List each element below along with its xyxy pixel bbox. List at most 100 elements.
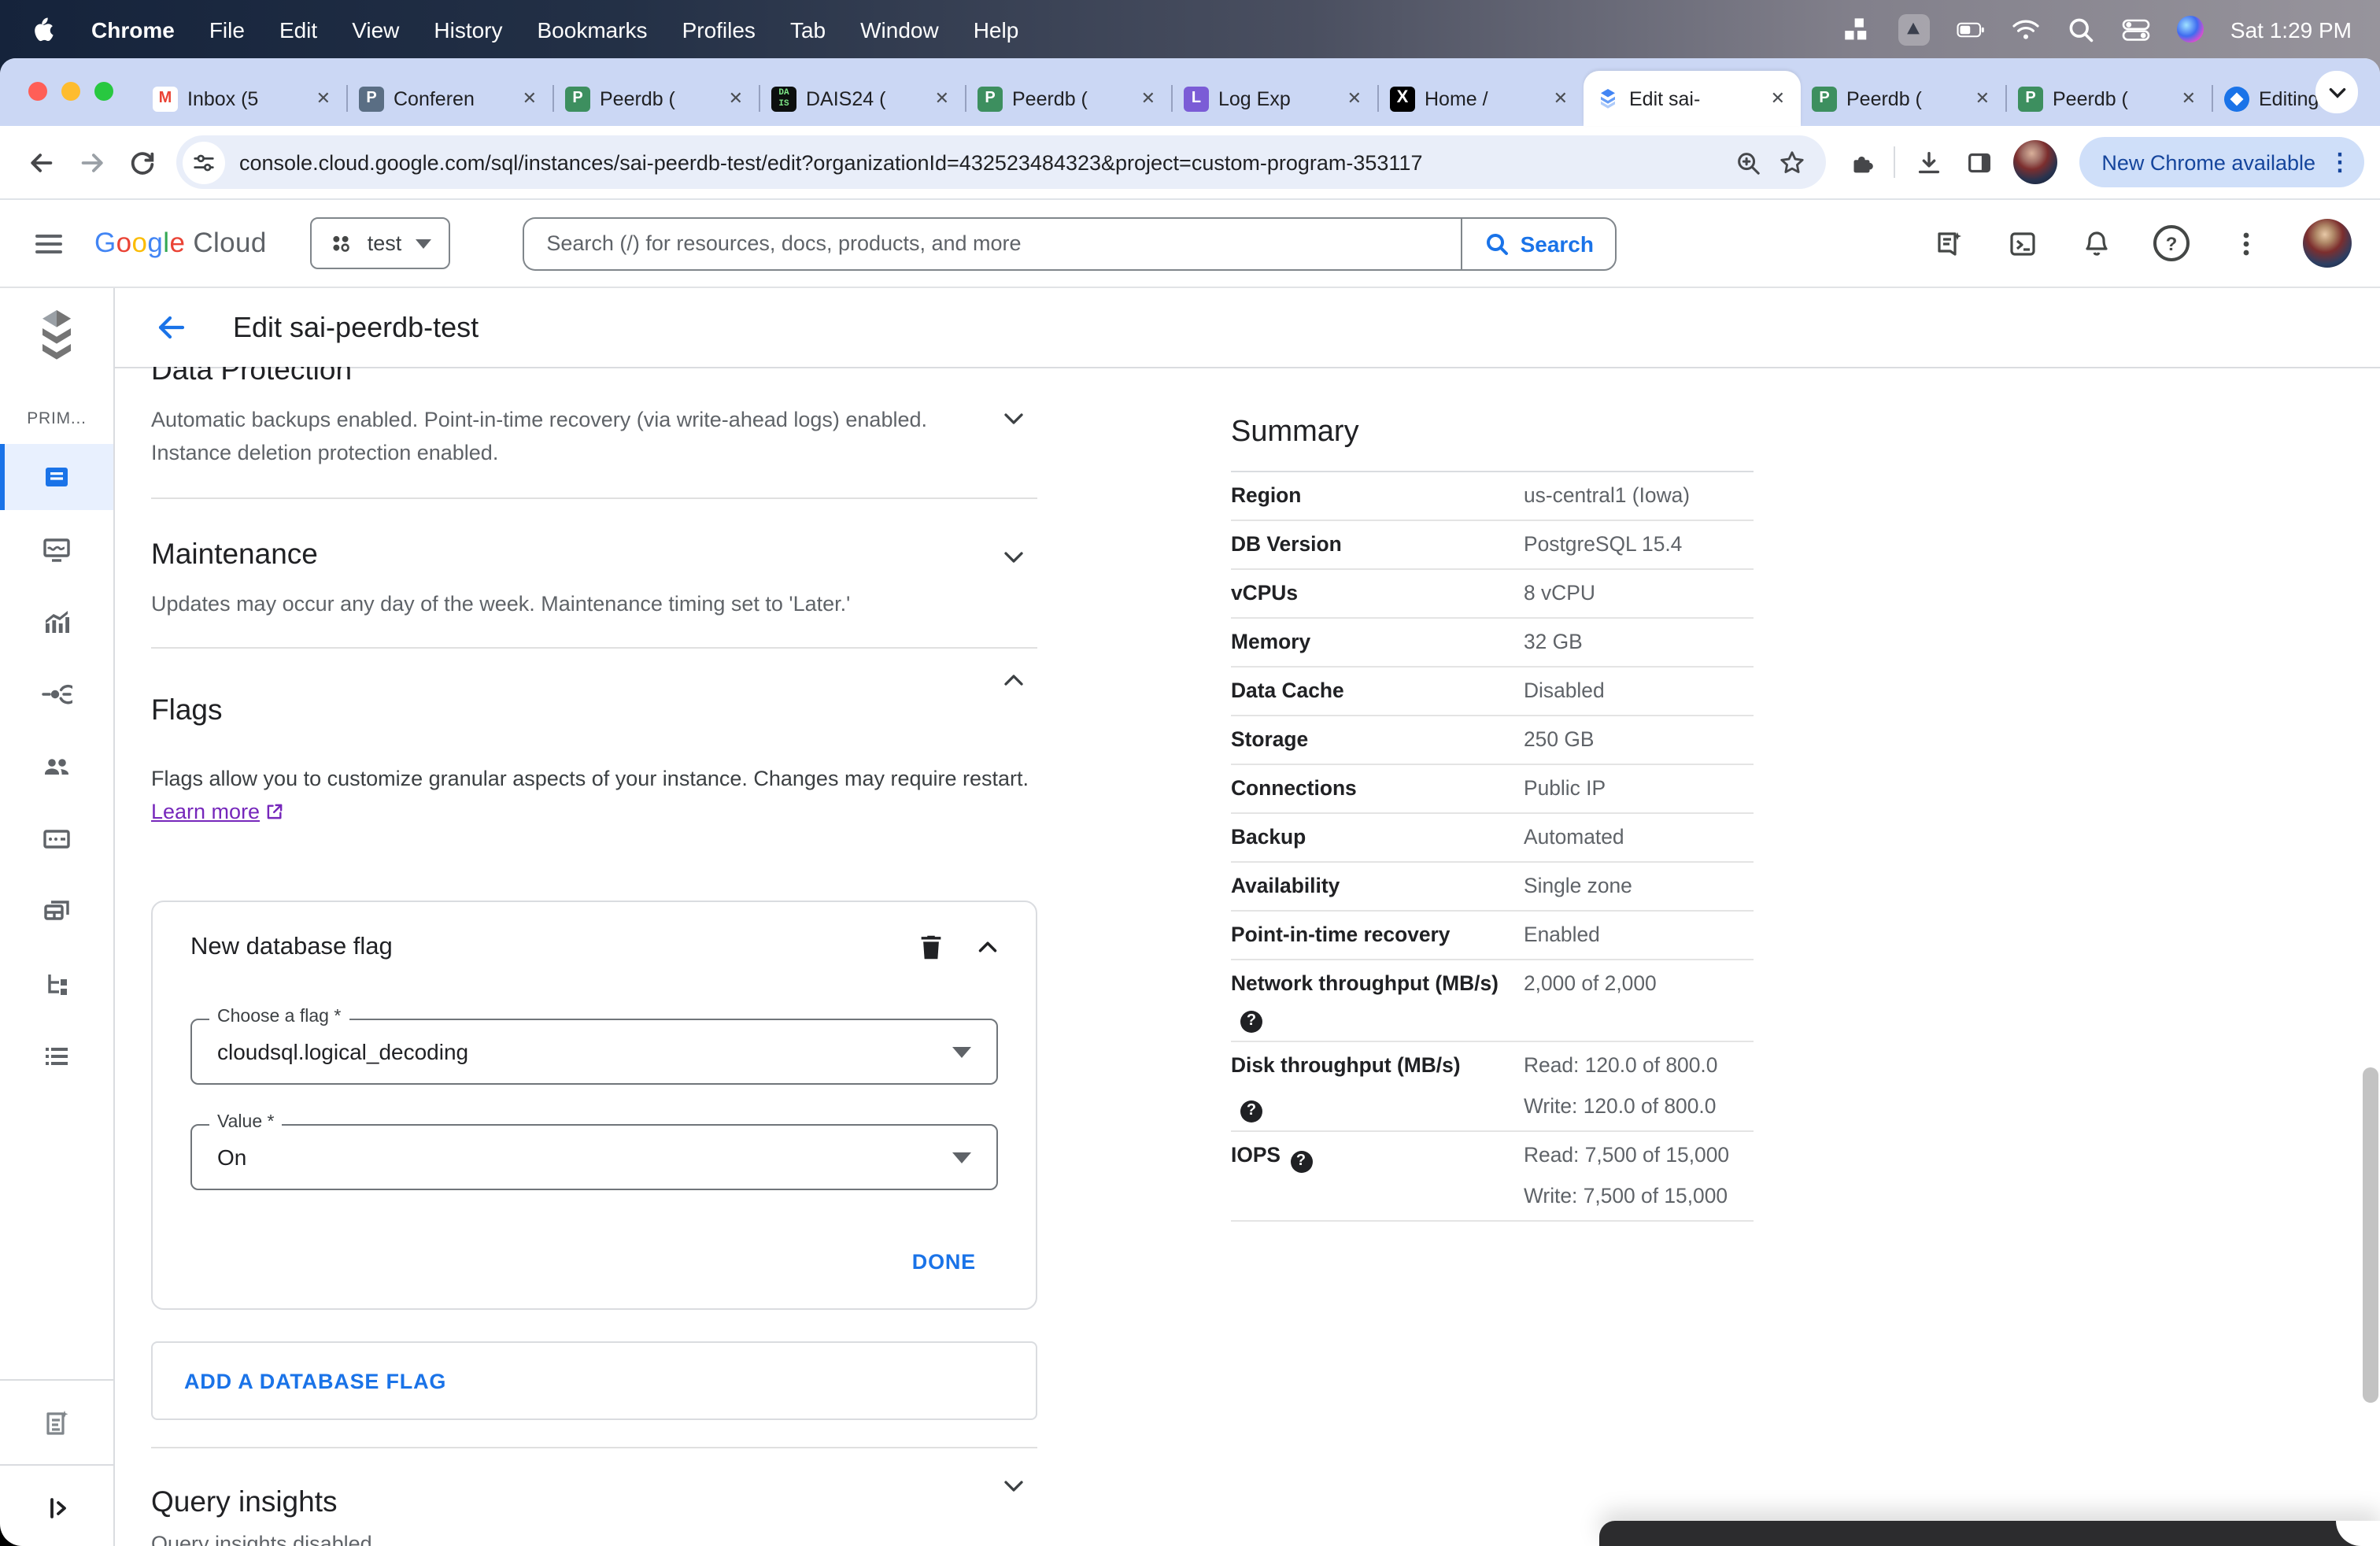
tab-dais24[interactable]: DA IS DAIS24 ( ✕ [760,71,965,126]
system-insights-icon [43,538,70,562]
stats-blocks-icon[interactable] [1843,15,1872,43]
sidebar-item-users[interactable] [0,734,113,800]
wifi-icon[interactable] [2012,15,2040,43]
spotlight-search-icon[interactable] [2067,15,2095,43]
tab-close-icon[interactable]: ✕ [1549,87,1572,110]
sidebar-item-connections[interactable] [0,661,113,727]
help-icon[interactable]: ? [1290,1151,1313,1173]
menu-window[interactable]: Window [860,17,939,42]
extensions-puzzle-icon[interactable] [1835,137,1886,187]
map-pin-icon [2224,86,2249,111]
menu-tab[interactable]: Tab [790,17,826,42]
sidebar-item-query-insights[interactable] [0,589,113,655]
siri-icon[interactable] [2176,16,2204,43]
more-options-icon[interactable] [2229,226,2264,261]
tab-peerdb-4[interactable]: P Peerdb ( ✕ [2007,71,2212,126]
expand-query-insights-chevron[interactable] [993,1466,1034,1507]
control-center-icon[interactable] [2122,15,2150,43]
delete-flag-button[interactable] [910,926,951,967]
battery-icon[interactable] [1957,15,1985,43]
bookmark-star-icon[interactable] [1769,140,1813,184]
tab-peerdb-1[interactable]: P Peerdb ( ✕ [554,71,759,126]
chrome-update-button[interactable]: New Chrome available ⋮ [2079,137,2364,187]
tab-x-home[interactable]: X Home / ✕ [1379,71,1584,126]
menubar-clock[interactable]: Sat 1:29 PM [2230,17,2352,42]
tab-close-icon[interactable]: ✕ [724,87,748,110]
site-settings-icon[interactable] [183,141,225,183]
minimize-window-button[interactable] [61,82,80,101]
peerdb-icon: P [2018,86,2043,111]
apple-menu-icon[interactable] [28,15,57,43]
back-button[interactable] [16,137,66,187]
reload-button[interactable] [116,137,167,187]
notifications-bell-icon[interactable] [2079,226,2114,261]
tab-close-icon[interactable]: ✕ [1136,87,1160,110]
menu-history[interactable]: History [434,17,502,42]
tab-edit-instance-active[interactable]: Edit sai- ✕ [1584,71,1801,126]
add-database-flag-button[interactable]: ADD A DATABASE FLAG [151,1341,1037,1420]
help-icon[interactable]: ? [1240,1011,1262,1033]
close-window-button[interactable] [28,82,47,101]
tab-close-icon[interactable]: ✕ [518,87,541,110]
tab-peerdb-3[interactable]: P Peerdb ( ✕ [1801,71,2005,126]
browser-menu-icon[interactable]: ⋮ [2328,148,2352,176]
url-text[interactable]: console.cloud.google.com/sql/instances/s… [239,150,1725,174]
choose-flag-select[interactable]: Choose a flag * cloudsql.logical_decodin… [190,1008,998,1085]
tab-search-chevron-button[interactable] [2315,71,2358,113]
tab-conference[interactable]: P Conferen ✕ [348,71,552,126]
browser-profile-avatar[interactable] [2013,140,2058,184]
tab-close-icon[interactable]: ✕ [1766,87,1790,110]
address-bar[interactable]: console.cloud.google.com/sql/instances/s… [176,135,1827,189]
tab-close-icon[interactable]: ✕ [1971,87,1994,110]
back-arrow-button[interactable] [145,301,198,354]
account-avatar[interactable] [2303,219,2352,268]
hamburger-menu-icon[interactable] [28,223,69,264]
menu-profiles[interactable]: Profiles [682,17,756,42]
tab-close-icon[interactable]: ✕ [1343,87,1366,110]
release-notes-icon[interactable] [1931,226,1966,261]
tab-close-icon[interactable]: ✕ [930,87,954,110]
sidebar-item-databases[interactable] [0,806,113,872]
help-icon[interactable]: ? [2153,225,2190,261]
expand-data-protection-chevron[interactable] [993,398,1034,439]
tab-peerdb-2[interactable]: P Peerdb ( ✕ [966,71,1171,126]
sidebar-item-system-insights[interactable] [0,516,113,583]
menu-app-name[interactable]: Chrome [91,17,175,42]
sidebar-item-replication[interactable] [0,951,113,1017]
project-picker-button[interactable]: test [310,217,451,269]
tab-log-explorer[interactable]: L Log Exp ✕ [1173,71,1377,126]
databases-icon [43,830,70,849]
menubar-app-icon[interactable] [1898,13,1930,45]
vertical-scrollbar-thumb[interactable] [2363,1067,2378,1403]
forward-button[interactable] [66,137,116,187]
sidebar-item-replicas[interactable] [0,878,113,945]
cloud-search-input[interactable] [523,216,1462,270]
collapse-flags-chevron[interactable] [993,660,1034,701]
google-cloud-logo[interactable]: Google Cloud [94,227,267,260]
tab-close-icon[interactable]: ✕ [312,87,335,110]
menu-help[interactable]: Help [974,17,1019,42]
flag-value-select[interactable]: Value * On [190,1113,998,1190]
learn-more-link[interactable]: Learn more [151,800,260,823]
done-button[interactable]: DONE [912,1250,976,1274]
postgres-icon: P [359,86,384,111]
tab-close-icon[interactable]: ✕ [2177,87,2201,110]
tab-inbox[interactable]: M Inbox (5 ✕ [142,71,346,126]
cloud-search-button[interactable]: Search [1461,216,1617,270]
download-icon[interactable] [1903,137,1953,187]
zoom-window-button[interactable] [94,82,113,101]
cloud-search: Search [523,216,1617,270]
sidebar-item-overview[interactable] [0,444,113,510]
cloud-shell-icon[interactable] [2005,226,2040,261]
sidebar-item-operations[interactable] [0,1023,113,1089]
menu-view[interactable]: View [352,17,399,42]
help-icon[interactable]: ? [1240,1100,1262,1123]
menu-bookmarks[interactable]: Bookmarks [538,17,648,42]
side-panel-icon[interactable] [1953,137,2004,187]
sidebar-release-notes[interactable] [0,1379,113,1464]
menu-edit[interactable]: Edit [279,17,317,42]
menu-file[interactable]: File [209,17,245,42]
zoom-page-icon[interactable] [1725,140,1769,184]
collapse-flag-card-chevron[interactable] [966,926,1007,967]
expand-maintenance-chevron[interactable] [993,537,1034,578]
